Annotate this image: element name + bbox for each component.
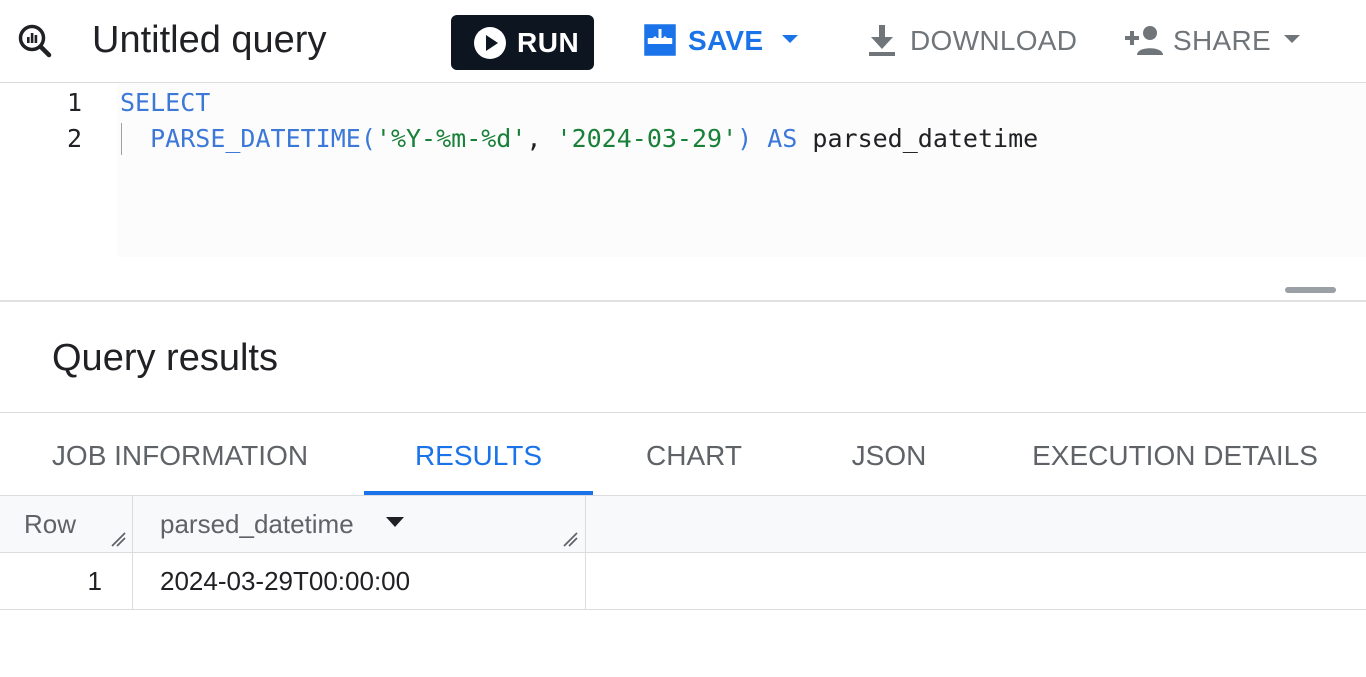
line-number: 2 <box>66 124 82 153</box>
tab-job-information[interactable]: JOB INFORMATION <box>30 415 330 495</box>
divider <box>0 609 1366 610</box>
row-number: 1 <box>0 553 133 609</box>
editor-divider <box>0 300 1366 302</box>
tab-chart[interactable]: CHART <box>620 415 768 495</box>
save-button[interactable]: SAVE <box>640 18 805 64</box>
code-token: AS <box>767 124 798 153</box>
code-token: parsed_datetime <box>797 124 1039 153</box>
chevron-down-icon[interactable] <box>778 27 802 51</box>
download-icon <box>869 25 895 56</box>
column-header-parsed-datetime[interactable]: parsed_datetime <box>133 496 586 552</box>
tab-label: CHART <box>646 440 742 471</box>
editor-resize-handle[interactable] <box>1285 287 1336 293</box>
download-button-label: DOWNLOAD <box>910 25 1078 56</box>
table-cell[interactable]: 2024-03-29T00:00:00 <box>133 553 586 609</box>
column-resize-icon[interactable] <box>561 530 579 548</box>
code-area[interactable] <box>117 83 1366 257</box>
code-line[interactable]: SELECT <box>120 85 210 121</box>
sort-down-icon[interactable] <box>385 515 405 529</box>
tab-label: JOB INFORMATION <box>51 440 309 471</box>
query-magnifier-icon <box>18 24 52 58</box>
divider <box>0 412 1366 413</box>
save-icon <box>644 24 676 56</box>
code-line[interactable]: PARSE_DATETIME('%Y-%m-%d', '2024-03-29')… <box>120 121 1038 157</box>
row-header-label: Row <box>24 509 77 539</box>
code-token: PARSE_DATETIME( <box>150 124 376 153</box>
code-token: '2024-03-29' <box>556 124 738 153</box>
query-title[interactable]: Untitled query <box>92 17 326 63</box>
add-person-icon <box>1125 26 1163 55</box>
share-button-label: SHARE <box>1173 25 1271 56</box>
tab-label: RESULTS <box>414 440 543 471</box>
row-column-header: Row <box>0 496 133 552</box>
code-token: '%Y-%m-%d' <box>375 124 527 153</box>
share-button[interactable]: SHARE <box>1123 18 1313 64</box>
results-title: Query results <box>52 337 278 379</box>
tab-label: JSON <box>851 440 927 471</box>
download-button[interactable]: DOWNLOAD <box>862 18 1077 64</box>
chevron-down-icon[interactable] <box>1280 27 1304 51</box>
code-token: SELECT <box>120 88 211 117</box>
column-resize-icon[interactable] <box>109 530 127 548</box>
query-toolbar: Untitled query RUN SAVE DOWNLOAD SHARE <box>0 0 1366 83</box>
play-icon <box>474 27 506 59</box>
run-button-label: RUN <box>517 27 580 58</box>
tab-results[interactable]: RESULTS <box>364 415 593 495</box>
line-number: 1 <box>66 88 82 117</box>
tab-execution-details[interactable]: EXECUTION DETAILS <box>1015 415 1335 495</box>
save-button-label: SAVE <box>688 25 764 56</box>
column-header-label: parsed_datetime <box>160 509 354 539</box>
code-token: ) <box>737 124 768 153</box>
tab-label: EXECUTION DETAILS <box>1032 440 1318 471</box>
tab-json[interactable]: JSON <box>818 415 960 495</box>
code-token: , <box>526 124 557 153</box>
run-button[interactable]: RUN <box>451 15 594 70</box>
